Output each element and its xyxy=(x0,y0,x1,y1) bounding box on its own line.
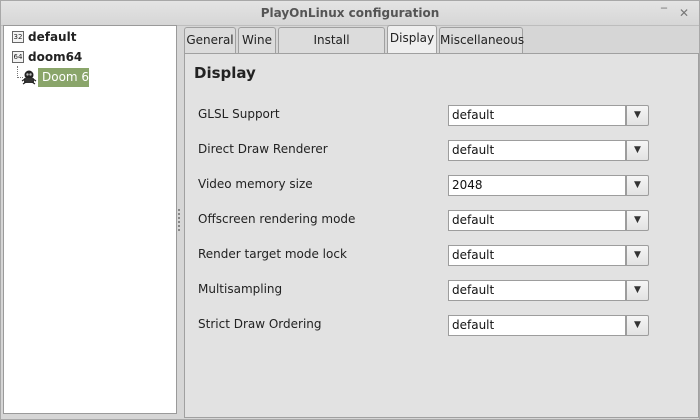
select-value[interactable]: default xyxy=(448,280,626,301)
chevron-down-icon[interactable]: ▼ xyxy=(626,280,649,301)
select-value[interactable]: default xyxy=(448,315,626,336)
select-value[interactable]: 2048 xyxy=(448,175,626,196)
glsl-support-label: GLSL Support xyxy=(198,107,280,121)
strict-draw-ordering-select[interactable]: default ▼ xyxy=(448,315,649,336)
doom-app-icon xyxy=(21,70,37,85)
render-target-mode-lock-label: Render target mode lock xyxy=(198,247,347,261)
tree-item-doom-64[interactable]: Doom 64 xyxy=(21,68,97,87)
offscreen-rendering-mode-select[interactable]: default ▼ xyxy=(448,210,649,231)
tab-miscellaneous[interactable]: Miscellaneous xyxy=(439,27,524,53)
select-value[interactable]: default xyxy=(448,245,626,266)
configuration-window: PlayOnLinux configuration ‾ ✕ 32 default… xyxy=(0,0,700,420)
direct-draw-renderer-select[interactable]: default ▼ xyxy=(448,140,649,161)
minimize-button[interactable]: ‾ xyxy=(656,5,672,21)
multisampling-select[interactable]: default ▼ xyxy=(448,280,649,301)
tab-install-components[interactable]: Install components xyxy=(278,27,385,71)
tree-item-label: default xyxy=(28,30,77,44)
chevron-down-icon[interactable]: ▼ xyxy=(626,175,649,196)
tab-display[interactable]: Display xyxy=(387,25,437,54)
chevron-down-icon[interactable]: ▼ xyxy=(626,245,649,266)
select-value[interactable]: default xyxy=(448,105,626,126)
chevron-down-icon[interactable]: ▼ xyxy=(626,210,649,231)
video-memory-size-label: Video memory size xyxy=(198,177,313,191)
resize-grip[interactable] xyxy=(79,415,103,418)
strict-draw-ordering-label: Strict Draw Ordering xyxy=(198,317,322,331)
title-bar[interactable]: PlayOnLinux configuration ‾ ✕ xyxy=(1,1,699,26)
video-memory-size-select[interactable]: 2048 ▼ xyxy=(448,175,649,196)
render-target-mode-lock-select[interactable]: default ▼ xyxy=(448,245,649,266)
offscreen-rendering-mode-label: Offscreen rendering mode xyxy=(198,212,356,226)
glsl-support-select[interactable]: default ▼ xyxy=(448,105,649,126)
arch-64-icon: 64 xyxy=(12,51,24,63)
panel-title: Display xyxy=(194,64,256,82)
window-title: PlayOnLinux configuration xyxy=(260,6,440,20)
select-value[interactable]: default xyxy=(448,140,626,161)
tab-general[interactable]: General xyxy=(184,27,236,53)
panel-splitter[interactable] xyxy=(178,209,181,233)
tab-wine[interactable]: Wine xyxy=(238,27,276,53)
multisampling-label: Multisampling xyxy=(198,282,283,296)
display-settings-panel: Display GLSL Support default ▼ Direct Dr… xyxy=(184,53,699,418)
select-value[interactable]: default xyxy=(448,210,626,231)
chevron-down-icon[interactable]: ▼ xyxy=(626,315,649,336)
close-button[interactable]: ✕ xyxy=(676,5,692,21)
arch-32-icon: 32 xyxy=(12,31,24,43)
chevron-down-icon[interactable]: ▼ xyxy=(626,140,649,161)
chevron-down-icon[interactable]: ▼ xyxy=(626,105,649,126)
tree-item-label: Doom 64 xyxy=(38,68,97,87)
prefix-tree[interactable]: 32 default 64 doom64 Doom 64 xyxy=(3,25,177,414)
tree-item-label: doom64 xyxy=(28,50,83,64)
direct-draw-renderer-label: Direct Draw Renderer xyxy=(198,142,328,156)
